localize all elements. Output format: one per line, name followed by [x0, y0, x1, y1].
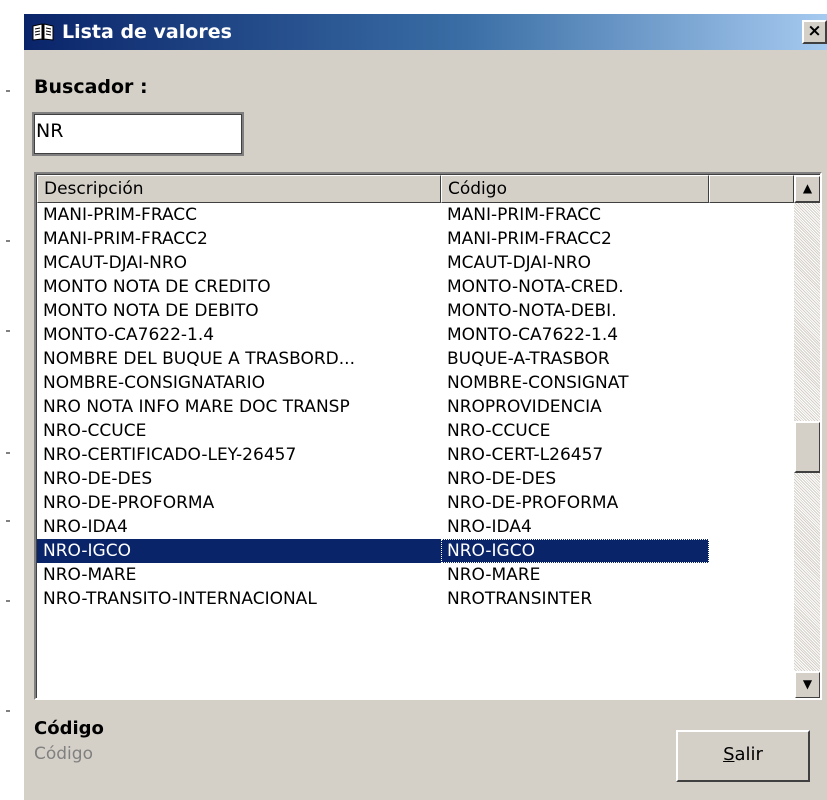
- salir-button[interactable]: Salir: [676, 730, 810, 782]
- edge-mark: [6, 600, 10, 602]
- column-header-empty[interactable]: [709, 175, 794, 203]
- list-rows: MANI-PRIM-FRACC MANI-PRIM-FRACC MANI-PRIM-…: [37, 203, 794, 611]
- cell-codigo: NRO-DE-PROFORMA: [447, 493, 619, 513]
- list-row[interactable]: NRO NOTA INFO MARE DOC TRANSP NROPROVIDEN…: [37, 395, 794, 419]
- cell-descripcion: MONTO NOTA DE DEBITO: [43, 301, 259, 321]
- cell-descripcion: NRO-CCUCE: [43, 421, 147, 441]
- list-row[interactable]: NOMBRE DEL BUQUE A TRASBORD... BUQUE-A-TR…: [37, 347, 794, 371]
- cell-descripcion: MONTO NOTA DE CREDITO: [43, 277, 271, 297]
- cell-descripcion: NRO-DE-PROFORMA: [43, 493, 215, 513]
- lista-de-valores-dialog: Lista de valores × Buscador : NR Descrip…: [22, 12, 827, 800]
- cell-descripcion: MONTO-CA7622-1.4: [43, 325, 215, 345]
- list-row[interactable]: MONTO-CA7622-1.4 MONTO-CA7622-1.4: [37, 323, 794, 347]
- scroll-up-button[interactable]: ▲: [794, 175, 820, 203]
- edge-mark: [6, 240, 10, 242]
- list-row[interactable]: NRO-MARE NRO-MARE: [37, 563, 794, 587]
- cell-codigo: MCAUT-DJAI-NRO: [447, 253, 592, 273]
- scroll-down-button[interactable]: ▼: [794, 671, 820, 698]
- list-row[interactable]: NOMBRE-CONSIGNATARIO NOMBRE-CONSIGNAT: [37, 371, 794, 395]
- cell-descripcion: NRO-IDA4: [43, 517, 128, 537]
- cell-descripcion: NRO-CERTIFICADO-LEY-26457: [43, 445, 297, 465]
- list-row[interactable]: NRO-CCUCE NRO-CCUCE: [37, 419, 794, 443]
- values-list[interactable]: Descripción Código MANI-PRIM-FRACC MANI-P…: [34, 172, 822, 700]
- list-row[interactable]: MONTO NOTA DE CREDITO MONTO-NOTA-CRED.: [37, 275, 794, 299]
- cell-codigo: MONTO-CA7622-1.4: [447, 325, 619, 345]
- cell-descripcion: MANI-PRIM-FRACC: [43, 205, 198, 225]
- cell-codigo: NOMBRE-CONSIGNAT: [447, 373, 629, 393]
- cell-descripcion: MANI-PRIM-FRACC2: [43, 229, 208, 249]
- cell-codigo: NRO-IDA4: [447, 517, 532, 537]
- cell-descripcion: NRO-TRANSITO-INTERNACIONAL: [43, 589, 317, 609]
- column-header-descripcion[interactable]: Descripción: [37, 175, 441, 203]
- salir-label: alir: [734, 744, 763, 765]
- cell-codigo: NROPROVIDENCIA: [447, 397, 602, 417]
- edge-mark: [6, 520, 10, 522]
- cell-descripcion: NRO-DE-DES: [43, 469, 153, 489]
- cell-codigo: MONTO-NOTA-CRED.: [447, 277, 624, 297]
- search-label: Buscador :: [34, 76, 148, 98]
- cell-codigo: NRO-MARE: [447, 565, 541, 585]
- list-row[interactable]: NRO-IDA4 NRO-IDA4: [37, 515, 794, 539]
- field-subtitle: Código: [34, 744, 93, 764]
- cell-descripcion: NOMBRE-CONSIGNATARIO: [43, 373, 265, 393]
- book-icon: [32, 23, 54, 41]
- scroll-thumb[interactable]: [794, 421, 820, 473]
- cell-codigo: NROTRANSINTER: [447, 589, 593, 609]
- list-row[interactable]: MONTO NOTA DE DEBITO MONTO-NOTA-DEBI.: [37, 299, 794, 323]
- window-title: Lista de valores: [62, 21, 232, 43]
- cell-codigo: NRO-CCUCE: [447, 421, 551, 441]
- close-button[interactable]: ×: [802, 20, 827, 44]
- arrow-down-icon: ▼: [802, 677, 813, 691]
- vertical-scrollbar[interactable]: ▲ ▼: [794, 175, 820, 698]
- cell-descripcion: MCAUT-DJAI-NRO: [43, 253, 188, 273]
- cell-codigo: NRO-DE-DES: [447, 469, 557, 489]
- list-row[interactable]: MANI-PRIM-FRACC MANI-PRIM-FRACC: [37, 203, 794, 227]
- salir-accelerator: S: [723, 744, 735, 765]
- field-title: Código: [34, 718, 104, 739]
- edge-mark: [6, 710, 10, 712]
- list-row[interactable]: NRO-IGCO NRO-IGCO: [37, 539, 794, 563]
- cell-codigo: MONTO-NOTA-DEBI.: [447, 301, 617, 321]
- list-header: Descripción Código: [37, 175, 794, 203]
- title-bar[interactable]: Lista de valores ×: [24, 14, 827, 50]
- background-window-edge: [0, 0, 22, 800]
- search-input[interactable]: NR: [32, 112, 244, 156]
- cell-codigo: BUQUE-A-TRASBOR: [447, 349, 610, 369]
- list-row[interactable]: NRO-CERTIFICADO-LEY-26457 NRO-CERT-L26457: [37, 443, 794, 467]
- cell-descripcion: NRO NOTA INFO MARE DOC TRANSP: [43, 397, 350, 417]
- list-row[interactable]: NRO-DE-DES NRO-DE-DES: [37, 467, 794, 491]
- list-row[interactable]: NRO-DE-PROFORMA NRO-DE-PROFORMA: [37, 491, 794, 515]
- edge-mark: [6, 90, 10, 92]
- cell-codigo: MANI-PRIM-FRACC: [447, 205, 602, 225]
- cell-codigo: NRO-CERT-L26457: [447, 445, 604, 465]
- column-header-codigo[interactable]: Código: [441, 175, 709, 203]
- cell-descripcion: NRO-MARE: [43, 565, 137, 585]
- cell-descripcion: NOMBRE DEL BUQUE A TRASBORD...: [43, 349, 355, 369]
- arrow-up-icon: ▲: [802, 181, 813, 195]
- list-row[interactable]: NRO-TRANSITO-INTERNACIONAL NROTRANSINTER: [37, 587, 794, 611]
- edge-mark: [6, 330, 10, 332]
- list-row[interactable]: MANI-PRIM-FRACC2 MANI-PRIM-FRACC2: [37, 227, 794, 251]
- cell-descripcion: NRO-IGCO: [37, 539, 441, 563]
- list-row[interactable]: MCAUT-DJAI-NRO MCAUT-DJAI-NRO: [37, 251, 794, 275]
- cell-codigo: NRO-IGCO: [441, 539, 709, 563]
- close-icon: ×: [807, 21, 822, 41]
- cell-codigo: MANI-PRIM-FRACC2: [447, 229, 612, 249]
- edge-mark: [6, 452, 10, 454]
